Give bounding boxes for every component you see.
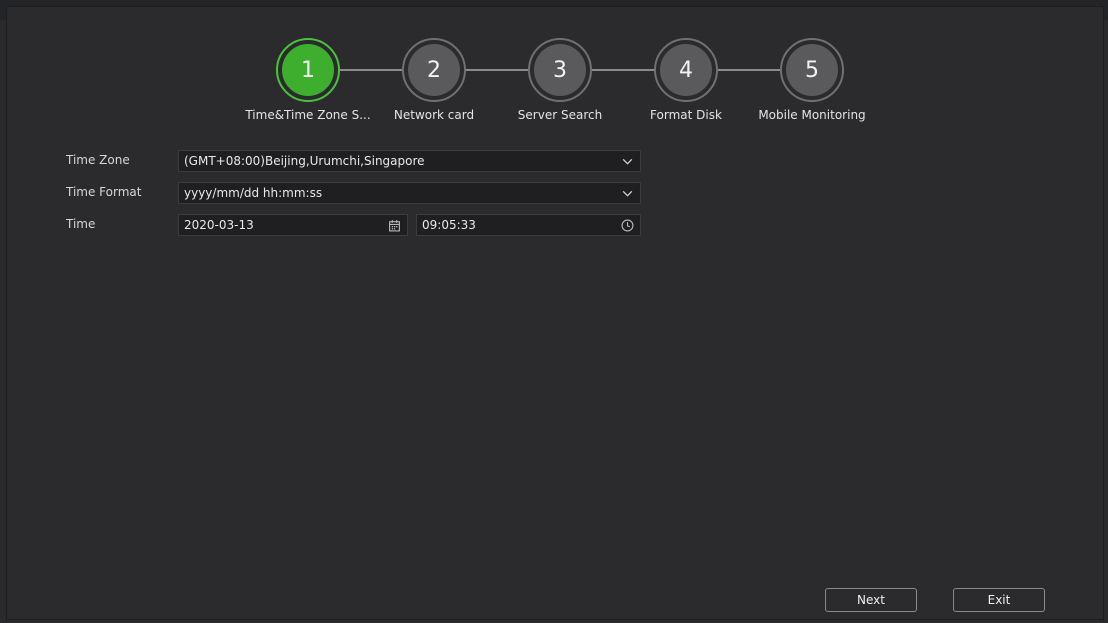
chevron-down-icon bbox=[622, 190, 633, 197]
time-zone-select[interactable]: (GMT+08:00)Beijing,Urumchi,Singapore bbox=[178, 150, 641, 172]
time-zone-label: Time Zone bbox=[66, 153, 130, 167]
clock-icon[interactable] bbox=[621, 219, 634, 232]
step-connector bbox=[466, 69, 532, 71]
calendar-icon[interactable] bbox=[388, 219, 401, 232]
step-5-mobile-monitoring[interactable]: 5 bbox=[780, 38, 844, 102]
step-2-network-card[interactable]: 2 bbox=[402, 38, 466, 102]
time-label: Time bbox=[66, 217, 96, 231]
step-number: 5 bbox=[786, 44, 838, 96]
step-label: Network card bbox=[393, 108, 475, 122]
step-connector bbox=[718, 69, 784, 71]
step-1-time-zone[interactable]: 1 bbox=[276, 38, 340, 102]
step-number: 1 bbox=[282, 44, 334, 96]
step-number: 2 bbox=[408, 44, 460, 96]
exit-button[interactable]: Exit bbox=[953, 588, 1045, 612]
step-number: 3 bbox=[534, 44, 586, 96]
time-zone-value: (GMT+08:00)Beijing,Urumchi,Singapore bbox=[184, 154, 425, 168]
time-format-label: Time Format bbox=[66, 185, 142, 199]
time-format-select[interactable]: yyyy/mm/dd hh:mm:ss bbox=[178, 182, 641, 204]
step-label: Time&Time Zone S... bbox=[245, 108, 371, 122]
step-4-format-disk[interactable]: 4 bbox=[654, 38, 718, 102]
date-value: 2020-03-13 bbox=[184, 218, 254, 232]
date-input[interactable]: 2020-03-13 bbox=[178, 214, 408, 236]
wizard-stepper: 1 2 3 4 5 Time&Time Zone S... Network ca… bbox=[0, 0, 1108, 140]
step-connector bbox=[592, 69, 658, 71]
step-label: Format Disk bbox=[650, 108, 722, 122]
time-input[interactable]: 09:05:33 bbox=[416, 214, 641, 236]
chevron-down-icon bbox=[622, 158, 633, 165]
time-format-value: yyyy/mm/dd hh:mm:ss bbox=[184, 186, 323, 200]
next-button[interactable]: Next bbox=[825, 588, 917, 612]
time-value: 09:05:33 bbox=[422, 218, 476, 232]
step-label: Mobile Monitoring bbox=[758, 108, 866, 122]
step-number: 4 bbox=[660, 44, 712, 96]
step-3-server-search[interactable]: 3 bbox=[528, 38, 592, 102]
setup-wizard-screen: 1 2 3 4 5 Time&Time Zone S... Network ca… bbox=[0, 0, 1108, 623]
step-connector bbox=[340, 69, 406, 71]
step-label: Server Search bbox=[517, 108, 603, 122]
